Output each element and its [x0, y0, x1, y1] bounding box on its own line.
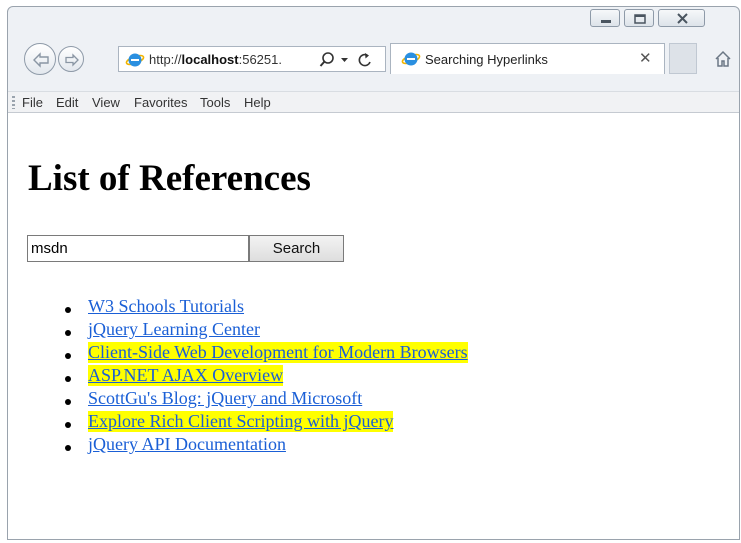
menu-edit[interactable]: Edit	[56, 95, 78, 110]
minimize-icon	[601, 20, 611, 23]
menu-bar: File Edit View Favorites Tools Help	[8, 91, 739, 113]
tab-close-button[interactable]: ✕	[639, 49, 652, 67]
reference-link[interactable]: Client-Side Web Development for Modern B…	[88, 342, 468, 363]
restore-button[interactable]	[624, 9, 654, 27]
page-content: List of References Search W3 Schools Tut…	[8, 113, 739, 539]
browser-tab[interactable]: Searching Hyperlinks ✕	[390, 43, 665, 74]
address-tools	[319, 52, 371, 67]
ie-logo-icon	[125, 53, 145, 67]
search-icon[interactable]	[319, 52, 334, 67]
bullet	[65, 445, 71, 451]
minimize-button[interactable]	[590, 9, 620, 27]
search-input[interactable]	[27, 235, 249, 262]
bullet	[65, 422, 71, 428]
reference-link[interactable]: W3 Schools Tutorials	[88, 296, 244, 317]
search-button[interactable]: Search	[249, 235, 344, 262]
bullet	[65, 353, 71, 359]
close-window-button[interactable]	[658, 9, 705, 27]
menu-tools[interactable]: Tools	[200, 95, 230, 110]
refresh-icon[interactable]	[358, 53, 371, 67]
address-text[interactable]: http://localhost:56251.	[149, 52, 295, 67]
bullet	[65, 307, 71, 313]
back-arrow-icon	[33, 52, 49, 68]
address-bar[interactable]: http://localhost:56251.	[118, 46, 386, 72]
dropdown-icon[interactable]	[341, 58, 348, 62]
home-icon[interactable]	[713, 49, 733, 69]
bullet	[65, 376, 71, 382]
restore-icon	[634, 14, 646, 24]
browser-window: http://localhost:56251. Searching Hyperl…	[7, 6, 740, 540]
back-button[interactable]	[24, 43, 56, 75]
menu-help[interactable]: Help	[244, 95, 271, 110]
new-tab-button[interactable]	[669, 43, 697, 74]
bullet	[65, 399, 71, 405]
tab-title: Searching Hyperlinks	[425, 52, 548, 67]
reference-link[interactable]: ASP.NET AJAX Overview	[88, 365, 284, 386]
page-title: List of References	[28, 158, 311, 199]
close-icon	[677, 13, 688, 24]
ie-logo-icon	[401, 52, 421, 66]
menu-favorites[interactable]: Favorites	[134, 95, 187, 110]
menu-view[interactable]: View	[92, 95, 120, 110]
bullet	[65, 330, 71, 336]
forward-arrow-icon	[65, 53, 79, 67]
reference-link[interactable]: jQuery Learning Center	[88, 319, 260, 340]
reference-link[interactable]: Explore Rich Client Scripting with jQuer…	[88, 411, 394, 432]
reference-link[interactable]: ScottGu's Blog: jQuery and Microsoft	[88, 388, 362, 409]
forward-button[interactable]	[58, 46, 84, 72]
reference-link[interactable]: jQuery API Documentation	[88, 434, 286, 455]
menu-file[interactable]: File	[22, 95, 43, 110]
menu-grip	[12, 96, 15, 109]
